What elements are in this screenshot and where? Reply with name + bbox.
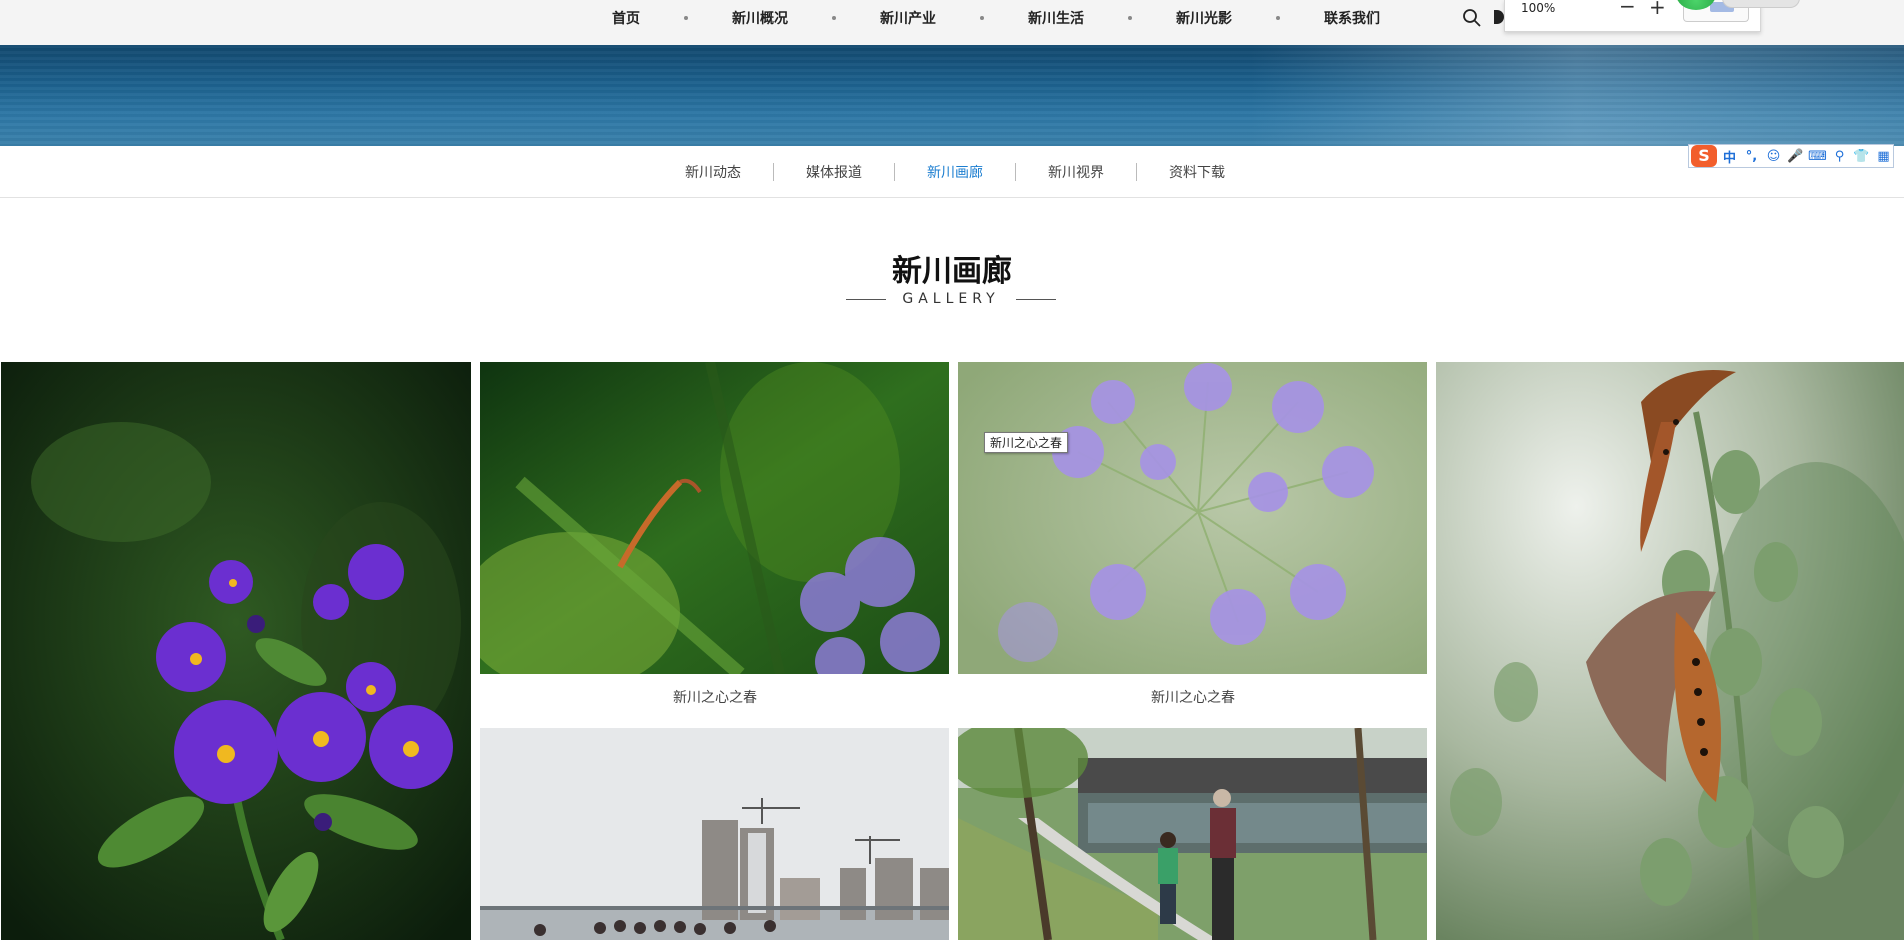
nav-contact[interactable]: 联系我们	[1324, 8, 1380, 28]
gallery-photo-city[interactable]	[480, 728, 949, 940]
nav-overview[interactable]: 新川概况	[732, 8, 788, 28]
extension-tab[interactable]	[1722, 0, 1800, 8]
ime-skin-icon[interactable]: 👕	[1852, 149, 1871, 164]
search-icon[interactable]	[1462, 8, 1482, 28]
gallery-title: 新川画廊	[892, 254, 1012, 289]
subnav-gallery[interactable]: 新川画廊	[895, 162, 1015, 182]
banner-texture	[0, 45, 1904, 146]
nav-separator	[832, 16, 836, 20]
ime-emoji-icon[interactable]: ☺	[1764, 149, 1783, 164]
ime-tools-icon[interactable]: ⚲	[1830, 149, 1849, 164]
gallery-photo-agapanthus[interactable]	[958, 362, 1427, 674]
nav-separator	[1128, 16, 1132, 20]
nav-industry[interactable]: 新川产业	[880, 8, 936, 28]
nav-life[interactable]: 新川生活	[1028, 8, 1084, 28]
ime-logo-icon[interactable]: S	[1691, 145, 1717, 167]
photo-caption[interactable]: 新川之心之春	[480, 687, 950, 707]
nav-home[interactable]: 首页	[612, 8, 640, 28]
gallery-photo-seed-pods[interactable]	[1436, 362, 1904, 940]
ime-punctuation-icon[interactable]: °,	[1742, 149, 1761, 164]
sub-navigation: 新川动态 媒体报道 新川画廊 新川视界 资料下载	[0, 146, 1904, 198]
toolbar-partial-icon	[1494, 10, 1504, 24]
ime-menu-icon[interactable]: ▦	[1874, 149, 1893, 164]
gallery-subtitle-block: GALLERY	[846, 290, 1056, 310]
zoom-in-button[interactable]: +	[1649, 0, 1666, 19]
ime-chinese-mode[interactable]: 中	[1720, 147, 1739, 166]
gallery-photo-park[interactable]	[958, 728, 1427, 940]
zoom-popup: 100% − +	[1504, 0, 1761, 32]
subnav-vision[interactable]: 新川视界	[1016, 162, 1136, 182]
subtitle-rule-right	[1016, 299, 1056, 300]
hero-banner	[0, 45, 1904, 146]
ime-voice-icon[interactable]: 🎤	[1786, 149, 1805, 164]
sub-menu: 新川动态 媒体报道 新川画廊 新川视界 资料下载	[685, 146, 1257, 198]
subnav-downloads[interactable]: 资料下载	[1137, 162, 1257, 182]
zoom-out-button[interactable]: −	[1619, 0, 1636, 18]
nav-photo[interactable]: 新川光影	[1176, 8, 1232, 28]
zoom-level: 100%	[1521, 1, 1556, 15]
subnav-news[interactable]: 新川动态	[685, 162, 773, 182]
ime-keyboard-icon[interactable]: ⌨	[1808, 149, 1827, 164]
ime-toolbar: S 中 °, ☺ 🎤 ⌨ ⚲ 👕 ▦	[1688, 144, 1894, 168]
nav-separator	[684, 16, 688, 20]
nav-separator	[1276, 16, 1280, 20]
gallery-photo-purple-flowers[interactable]	[1, 362, 471, 940]
main-menu: 首页 新川概况 新川产业 新川生活 新川光影 联系我们	[612, 0, 1380, 36]
hover-tooltip: 新川之心之春	[984, 432, 1069, 453]
gallery-photo-insect[interactable]	[480, 362, 949, 674]
nav-separator	[980, 16, 984, 20]
photo-caption[interactable]: 新川之心之春	[958, 687, 1428, 707]
subnav-media[interactable]: 媒体报道	[774, 162, 894, 182]
